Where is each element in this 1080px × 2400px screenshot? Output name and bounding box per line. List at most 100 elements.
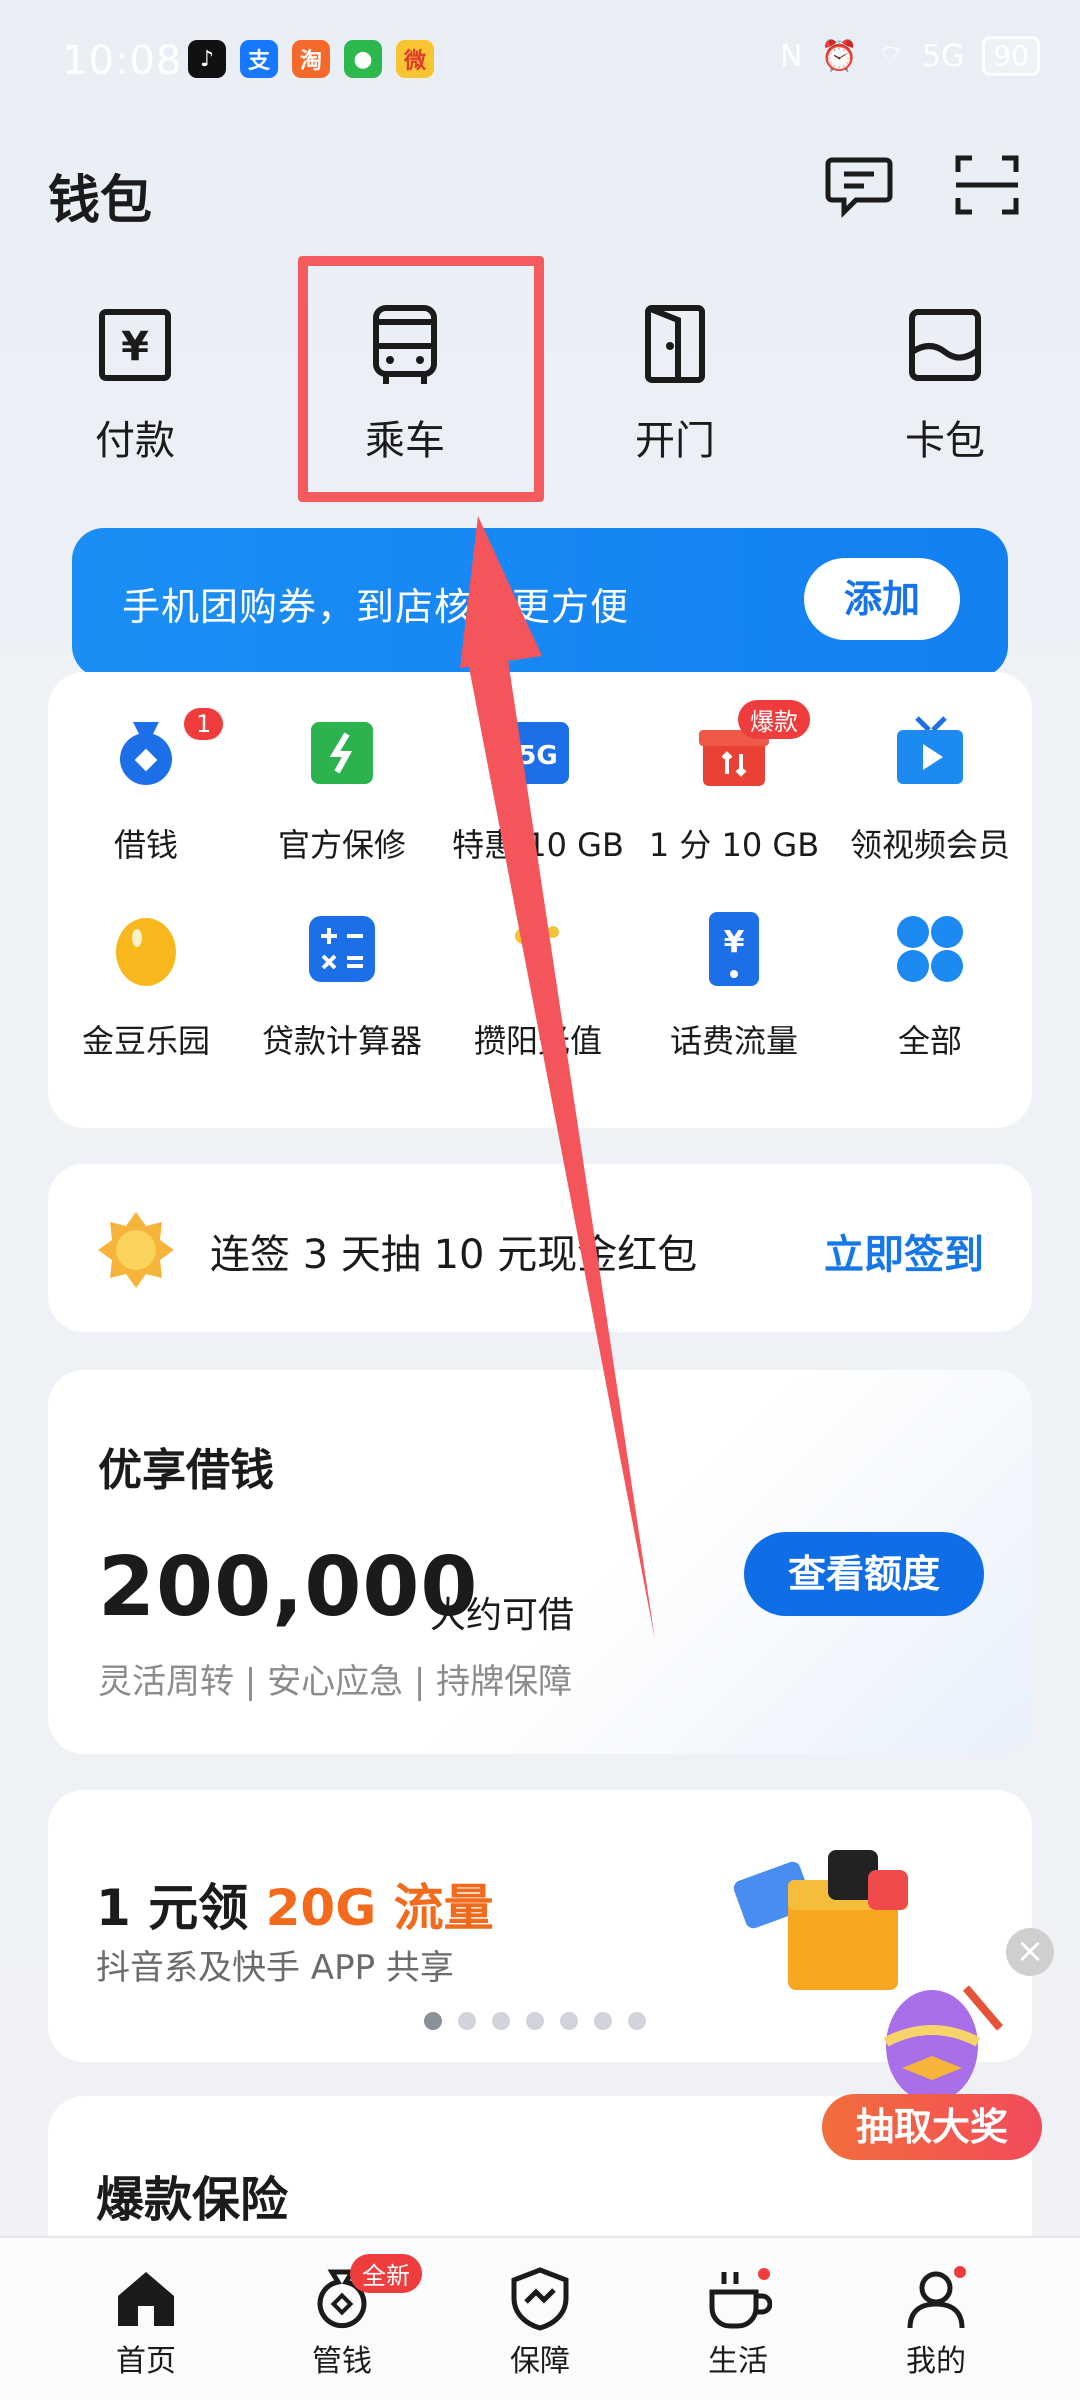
taobao-icon: 淘	[292, 40, 330, 78]
all-apps-icon	[897, 916, 963, 982]
signal-icon: 5G	[922, 38, 965, 74]
insurance-title: 爆款保险	[96, 2172, 289, 2228]
promo-subtitle: 抖音系及快手 APP 共享	[96, 1948, 454, 1988]
scan-icon[interactable]	[952, 150, 1022, 220]
tv-icon	[897, 716, 963, 784]
system-icons: N ⏰ ⌔ 5G 90	[780, 36, 1040, 76]
coffee-icon	[709, 2268, 772, 2329]
groupbuy-banner[interactable]: 手机团购券，到店核销更方便 添加	[72, 528, 1008, 678]
profile-icon	[907, 2266, 966, 2329]
tab-label: 生活	[708, 2344, 768, 2379]
sign-in-button[interactable]: 立即签到	[824, 1222, 984, 1280]
service-bean-park[interactable]: 金豆乐园	[48, 908, 244, 1062]
banner-text: 手机团购券，到店核销更方便	[122, 585, 630, 629]
page-title: 钱包	[48, 171, 153, 231]
phone-bill-icon: ¥	[709, 912, 759, 986]
service-label: 特惠 10 GB	[452, 826, 624, 864]
tab-label: 首页	[116, 2344, 176, 2379]
loan-amount: 200,000	[98, 1540, 479, 1635]
carousel-dot[interactable]	[560, 2012, 578, 2030]
hot-badge: 爆款	[738, 700, 810, 739]
alipay-icon: 支	[240, 40, 278, 78]
quick-action-pay[interactable]: ¥ 付款	[50, 300, 220, 466]
service-repair[interactable]: 官方保修	[244, 712, 440, 866]
tab-protection[interactable]: 保障	[460, 2264, 620, 2380]
sign-in-card[interactable]: 连签 3 天抽 10 元现金红包 立即签到	[48, 1164, 1032, 1332]
highlight-box	[298, 256, 544, 502]
calculator-icon	[309, 916, 375, 982]
loan-card[interactable]: 优享借钱 200,000 大约可借 灵活周转 | 安心应急 | 持牌保障 查看额…	[48, 1370, 1032, 1754]
status-bar: 10:08 ♪ 支 淘 ● 微 N ⏰ ⌔ 5G 90	[0, 0, 1080, 120]
message-icon[interactable]	[824, 150, 894, 220]
tab-money[interactable]: 全新 管钱	[262, 2254, 422, 2380]
quick-action-door[interactable]: 开门	[590, 300, 760, 466]
promo-title: 1 元领 20G 流量	[96, 1868, 494, 1940]
service-5g[interactable]: 5G 特惠 10 GB	[440, 712, 636, 866]
tab-label: 保障	[510, 2344, 570, 2379]
quick-action-label: 开门	[635, 418, 715, 464]
add-button[interactable]: 添加	[804, 558, 960, 640]
promo-title-highlight: 20G 流量	[265, 1879, 494, 1937]
battery-icon: 90	[982, 36, 1040, 76]
quick-action-label: 卡包	[905, 418, 985, 464]
quick-action-card[interactable]: 卡包	[860, 300, 1030, 466]
service-video-vip[interactable]: 领视频会员	[832, 712, 1028, 866]
tab-home[interactable]: 首页	[66, 2264, 226, 2380]
carousel-dot[interactable]	[492, 2012, 510, 2030]
card-wallet-icon	[909, 309, 981, 381]
tiktok-icon: ♪	[188, 40, 226, 78]
quick-action-label: 付款	[95, 418, 175, 464]
service-label: 借钱	[113, 826, 178, 864]
wifi-icon: ⌔	[875, 39, 905, 74]
close-button[interactable]: ×	[1006, 1928, 1054, 1976]
check-limit-button[interactable]: 查看额度	[744, 1532, 984, 1616]
service-label: 领视频会员	[849, 826, 1010, 864]
service-borrow[interactable]: 1 借钱	[48, 708, 244, 866]
service-label: 话费流量	[669, 1022, 798, 1060]
carousel-dot[interactable]	[424, 2012, 442, 2030]
lottery-label[interactable]: 抽取大奖	[822, 2094, 1042, 2160]
home-icon	[118, 2272, 174, 2326]
loan-unit: 大约可借	[430, 1595, 575, 1636]
tab-label: 管钱	[312, 2344, 372, 2379]
promo-title-prefix: 1 元领	[96, 1879, 266, 1937]
weibo-icon: 微	[396, 40, 434, 78]
service-gift[interactable]: 爆款 1 分 10 GB	[636, 700, 832, 866]
tab-life[interactable]: 生活	[658, 2264, 818, 2380]
notification-badge: 1	[184, 708, 224, 740]
service-sunshine[interactable]: 攒阳光值	[440, 908, 636, 1062]
carousel-dot[interactable]	[458, 2012, 476, 2030]
service-phone-bill[interactable]: ¥ 话费流量	[636, 908, 832, 1062]
wechat-icon: ●	[344, 40, 382, 78]
carousel-dot[interactable]	[594, 2012, 612, 2030]
bean-icon	[116, 918, 176, 986]
svg-text:¥: ¥	[121, 324, 149, 370]
service-all[interactable]: 全部	[832, 908, 1028, 1062]
tab-me[interactable]: 我的	[856, 2264, 1016, 2380]
nfc-icon: N	[780, 38, 803, 74]
sun-icon	[98, 1212, 174, 1288]
carousel-dot[interactable]	[628, 2012, 646, 2030]
alarm-icon: ⏰	[820, 38, 858, 74]
status-time: 10:08	[62, 38, 183, 84]
bottom-nav: 首页 全新 管钱 保障 生活 我的	[0, 2236, 1080, 2400]
lottery-float[interactable]: × 抽取大奖	[814, 1928, 1054, 2168]
sign-in-text: 连签 3 天抽 10 元现金红包	[210, 1232, 698, 1278]
svg-text:¥: ¥	[724, 925, 745, 960]
services-grid: 1 借钱 官方保修 5G 特惠 10 GB 爆款 1 分 10 GB 领视频会员…	[48, 672, 1032, 1128]
service-calculator[interactable]: 贷款计算器	[244, 908, 440, 1062]
payment-icon: ¥	[99, 309, 171, 381]
tab-label: 我的	[906, 2344, 966, 2379]
5g-icon: 5G	[507, 722, 569, 784]
service-label: 1 分 10 GB	[648, 826, 820, 864]
repair-icon	[311, 722, 373, 784]
loan-title: 优享借钱	[98, 1445, 274, 1496]
carousel-dot[interactable]	[526, 2012, 544, 2030]
notification-icons: ♪ 支 淘 ● 微	[188, 40, 434, 78]
service-label: 攒阳光值	[473, 1022, 602, 1060]
service-label: 全部	[897, 1022, 962, 1060]
svg-text:5G: 5G	[518, 741, 557, 771]
shield-icon	[511, 2267, 569, 2331]
header: 钱包	[48, 150, 1032, 231]
carousel-dots	[424, 2012, 646, 2030]
